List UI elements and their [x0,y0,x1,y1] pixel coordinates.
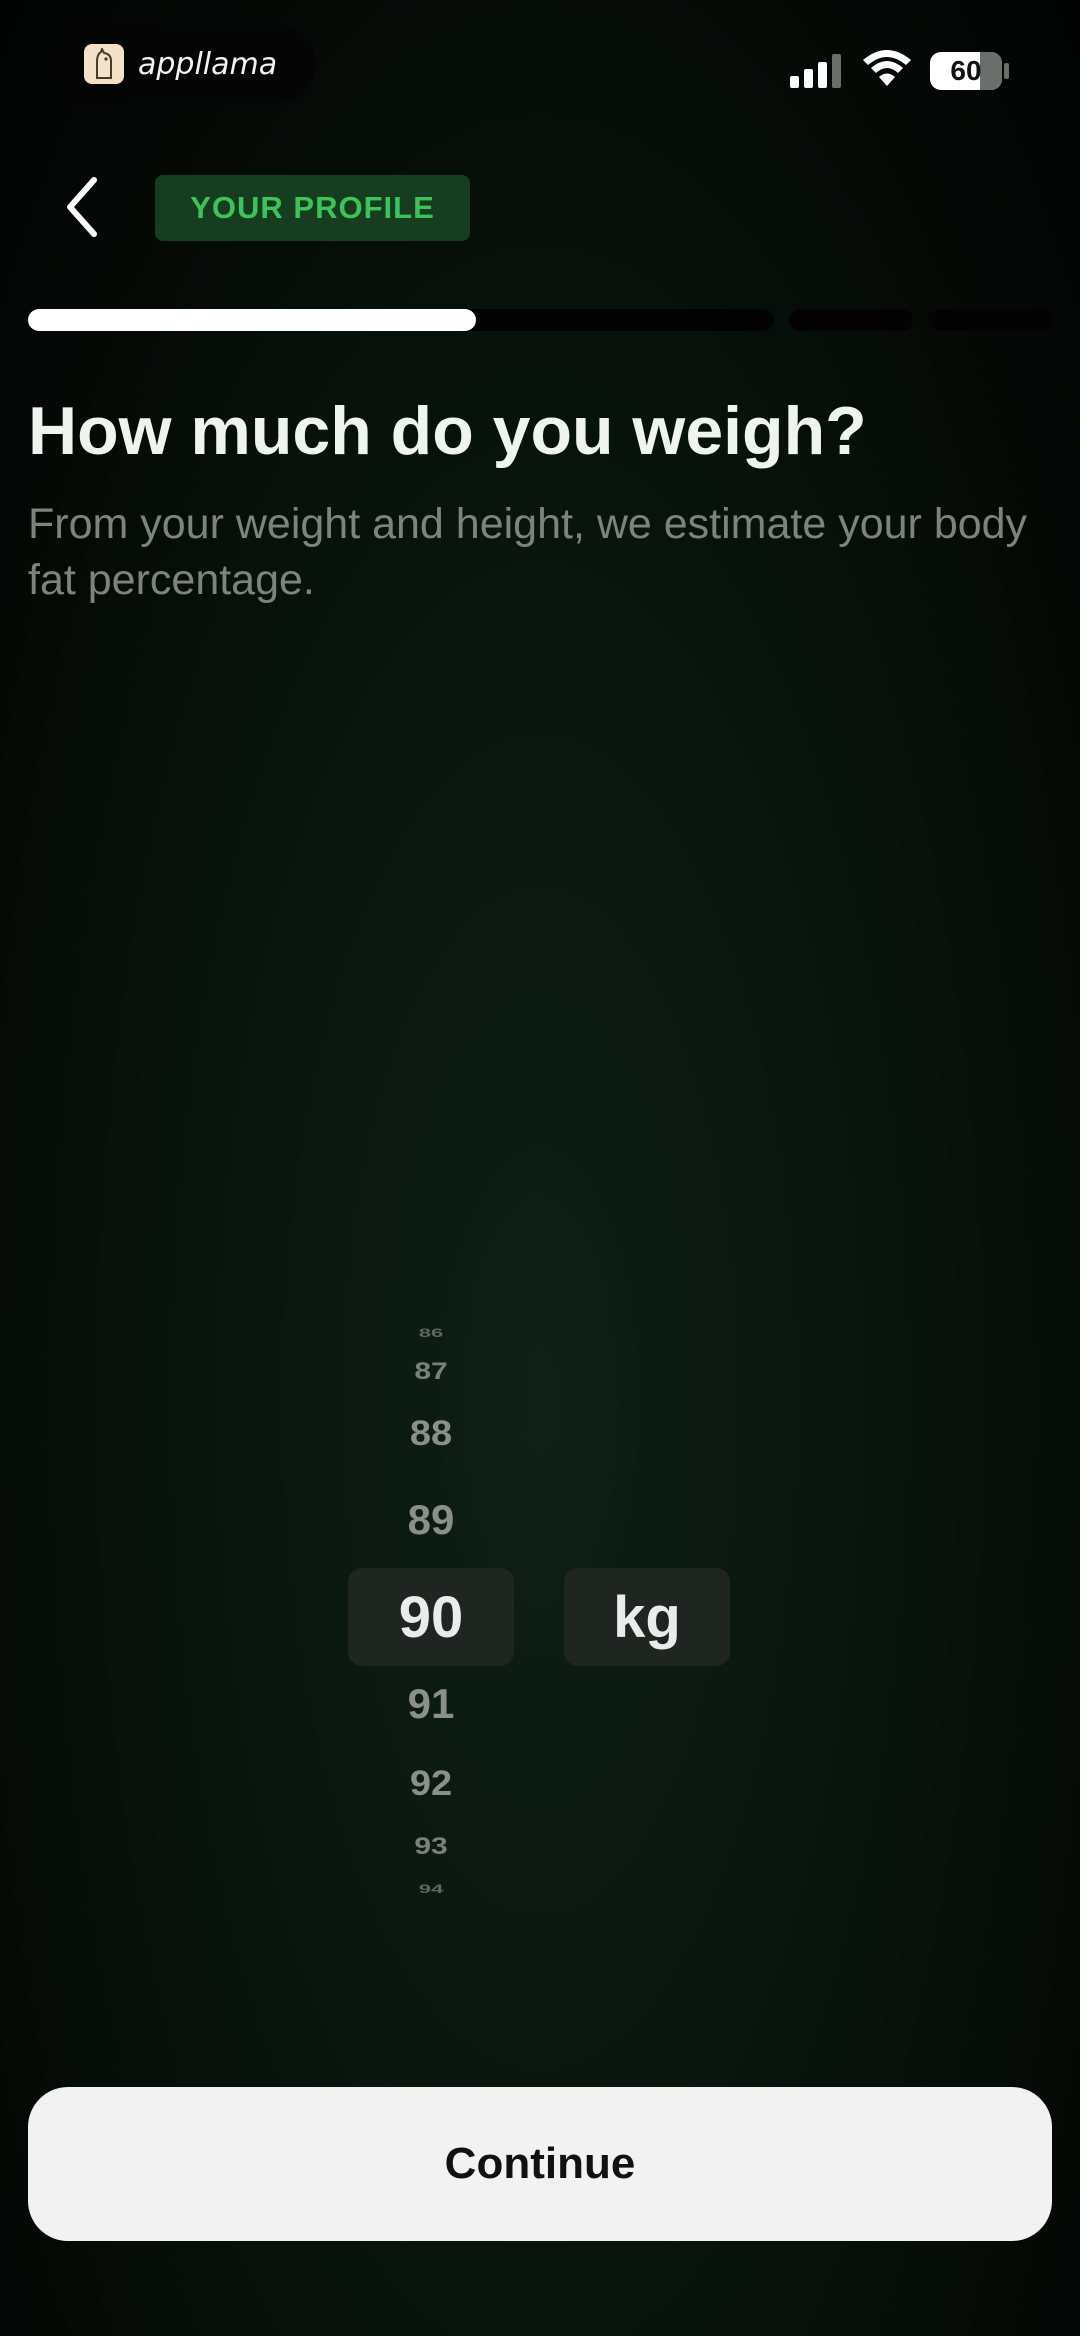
picker-option[interactable]: 87 [348,1358,514,1385]
unit-selector[interactable]: kg [564,1568,730,1666]
cellular-signal-icon [790,54,841,88]
picker-option[interactable]: 88 [348,1415,514,1455]
page-subtitle: From your weight and height, we estimate… [28,500,1028,604]
picker-option[interactable]: 86 [348,1326,514,1340]
progress-segment [928,309,1052,331]
onboarding-progress-bar [28,309,1052,331]
weight-picker[interactable]: 86 87 88 89 90 91 92 93 94 kg [0,1300,1080,1930]
progress-fill [28,309,476,331]
picker-option[interactable]: 91 [348,1680,514,1728]
picker-selected-value[interactable]: 90 [348,1584,514,1651]
page-title: How much do you weigh? [28,393,867,469]
app-indicator-pill[interactable]: appllama [54,25,316,103]
battery-percentage: 60 [950,55,982,86]
picker-option[interactable]: 92 [348,1765,514,1805]
picker-option[interactable]: 93 [348,1833,514,1860]
llama-logo-icon [84,44,124,84]
section-badge: YOUR PROFILE [155,175,470,241]
picker-option[interactable]: 94 [348,1882,514,1896]
app-name: appllama [138,46,278,82]
continue-button[interactable]: Continue [28,2087,1052,2241]
status-bar: appllama 60 [0,0,1080,140]
progress-segment [789,309,913,331]
chevron-left-icon [67,177,97,237]
battery-icon: 60 [930,52,1002,90]
battery-tip [1004,63,1009,79]
picker-option[interactable]: 89 [348,1496,514,1544]
back-button[interactable] [52,172,112,242]
wifi-icon [863,50,911,86]
